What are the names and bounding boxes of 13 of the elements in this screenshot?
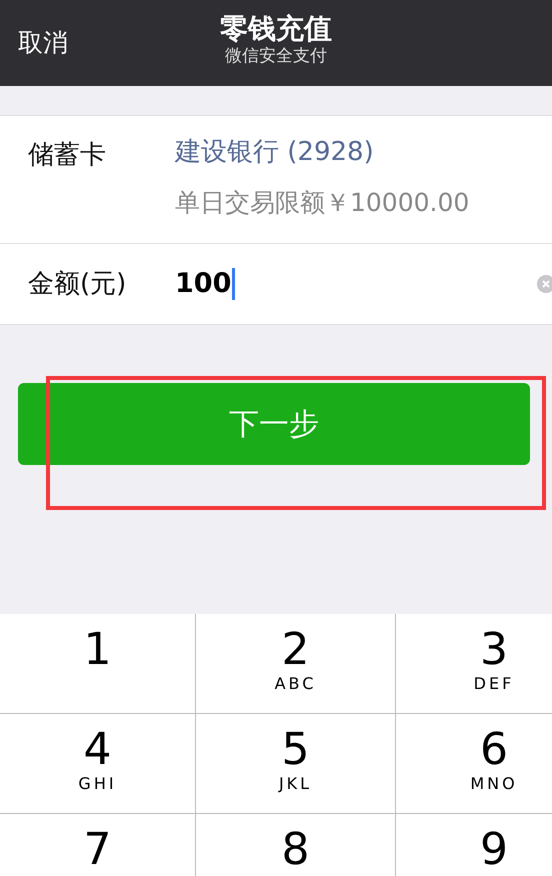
limit-text: 单日交易限额￥10000.00 [175,186,470,219]
cancel-button[interactable]: 取消 [18,28,68,58]
field-label: 储蓄卡 [28,139,107,172]
keypad-key[interactable]: 2 ABC [196,614,396,714]
amount-field[interactable]: 100 [175,264,236,305]
keypad-key[interactable]: 1 [0,614,196,714]
bank-card-link[interactable]: 建设银行 (2928) [175,136,470,170]
keypad-key[interactable]: 5 JKL [196,714,396,814]
page-subtitle: 微信安全支付 [225,46,327,66]
keypad-key[interactable]: 4 GHI [0,714,196,814]
clear-icon[interactable] [536,275,552,294]
page-title: 零钱充值 [220,12,332,46]
field-label: 金额(元) [28,268,128,301]
